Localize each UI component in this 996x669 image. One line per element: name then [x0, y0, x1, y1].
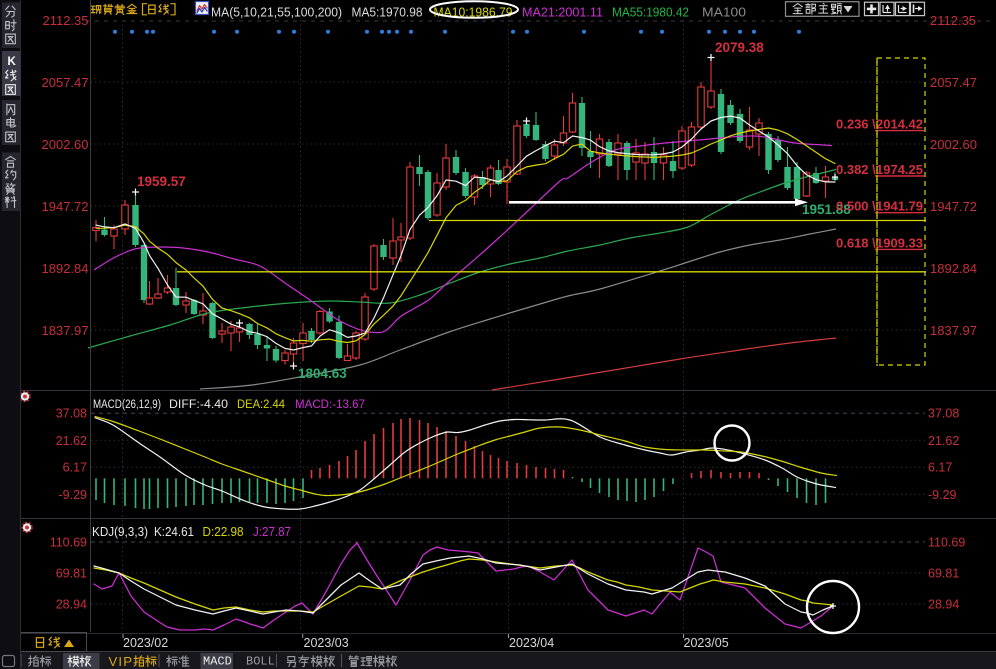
svg-text:2023/03: 2023/03	[304, 636, 349, 650]
svg-text:6.17: 6.17	[63, 461, 87, 475]
svg-text:1941.79: 1941.79	[876, 199, 923, 214]
svg-text:BOLL: BOLL	[246, 655, 275, 669]
svg-text:0.500 \: 0.500 \	[836, 199, 876, 214]
svg-text:MACD: MACD	[203, 655, 232, 669]
svg-text:1974.25: 1974.25	[876, 162, 923, 177]
svg-text:2014.42: 2014.42	[876, 117, 923, 132]
svg-text:1947.72: 1947.72	[930, 199, 977, 214]
svg-text:21.62: 21.62	[56, 434, 87, 448]
svg-text:1804.63: 1804.63	[298, 366, 347, 381]
svg-text:MA(5,10,21,55,100,200): MA(5,10,21,55,100,200)	[211, 6, 342, 20]
svg-text:1909.33: 1909.33	[876, 235, 923, 250]
svg-text:21.62: 21.62	[928, 434, 959, 448]
svg-text:D:22.98: D:22.98	[203, 525, 244, 539]
svg-text:69.81: 69.81	[928, 567, 959, 581]
svg-text:MA55:1980.42: MA55:1980.42	[612, 6, 689, 20]
svg-text:2057.47: 2057.47	[930, 75, 977, 90]
svg-text:DEA:2.44: DEA:2.44	[237, 397, 285, 411]
svg-text:KDJ(9,3,3): KDJ(9,3,3)	[92, 525, 148, 539]
svg-text:28.94: 28.94	[56, 598, 87, 612]
svg-text:0.618 \: 0.618 \	[836, 235, 876, 250]
svg-text:2002.60: 2002.60	[930, 137, 977, 152]
svg-text:2079.38: 2079.38	[715, 40, 764, 55]
svg-text:110.69: 110.69	[928, 536, 965, 550]
svg-text:0.382 \: 0.382 \	[836, 162, 876, 177]
svg-text:1837.97: 1837.97	[42, 323, 89, 338]
svg-text:MACD:-13.67: MACD:-13.67	[295, 397, 365, 411]
svg-text:2112.35: 2112.35	[930, 13, 976, 28]
svg-text:K: K	[8, 56, 17, 68]
svg-text:K:24.61: K:24.61	[154, 525, 194, 539]
svg-text:1959.57: 1959.57	[137, 174, 186, 189]
svg-text:2023/04: 2023/04	[509, 636, 554, 650]
svg-text:MA100: MA100	[702, 6, 746, 20]
svg-text:2112.35: 2112.35	[42, 13, 88, 28]
svg-text:VIP: VIP	[109, 654, 133, 669]
svg-text:-9.29: -9.29	[59, 488, 88, 502]
svg-text:DIFF:-4.40: DIFF:-4.40	[169, 397, 228, 411]
svg-text:6.17: 6.17	[928, 461, 952, 475]
svg-text:1892.84: 1892.84	[42, 261, 89, 276]
svg-text:2002.60: 2002.60	[42, 137, 89, 152]
svg-text:MA21:2001.11: MA21:2001.11	[522, 6, 603, 20]
svg-text:28.94: 28.94	[928, 598, 959, 612]
svg-text:69.81: 69.81	[56, 567, 87, 581]
svg-text:110.69: 110.69	[50, 536, 87, 550]
svg-text:J:27.87: J:27.87	[253, 525, 291, 539]
svg-text:2023/02: 2023/02	[123, 636, 168, 650]
svg-text:37.08: 37.08	[928, 407, 959, 421]
svg-text:0.236 \: 0.236 \	[836, 117, 876, 132]
svg-text:1892.84: 1892.84	[930, 261, 977, 276]
svg-text:37.08: 37.08	[56, 407, 87, 421]
svg-text:1947.72: 1947.72	[42, 199, 89, 214]
svg-text:2057.47: 2057.47	[42, 75, 89, 90]
svg-text:-9.29: -9.29	[928, 488, 957, 502]
svg-text:MA5:1970.98: MA5:1970.98	[352, 6, 423, 20]
svg-text:1837.97: 1837.97	[930, 323, 977, 338]
svg-text:2023/05: 2023/05	[684, 636, 729, 650]
svg-text:MACD(26,12,9): MACD(26,12,9)	[93, 397, 161, 411]
